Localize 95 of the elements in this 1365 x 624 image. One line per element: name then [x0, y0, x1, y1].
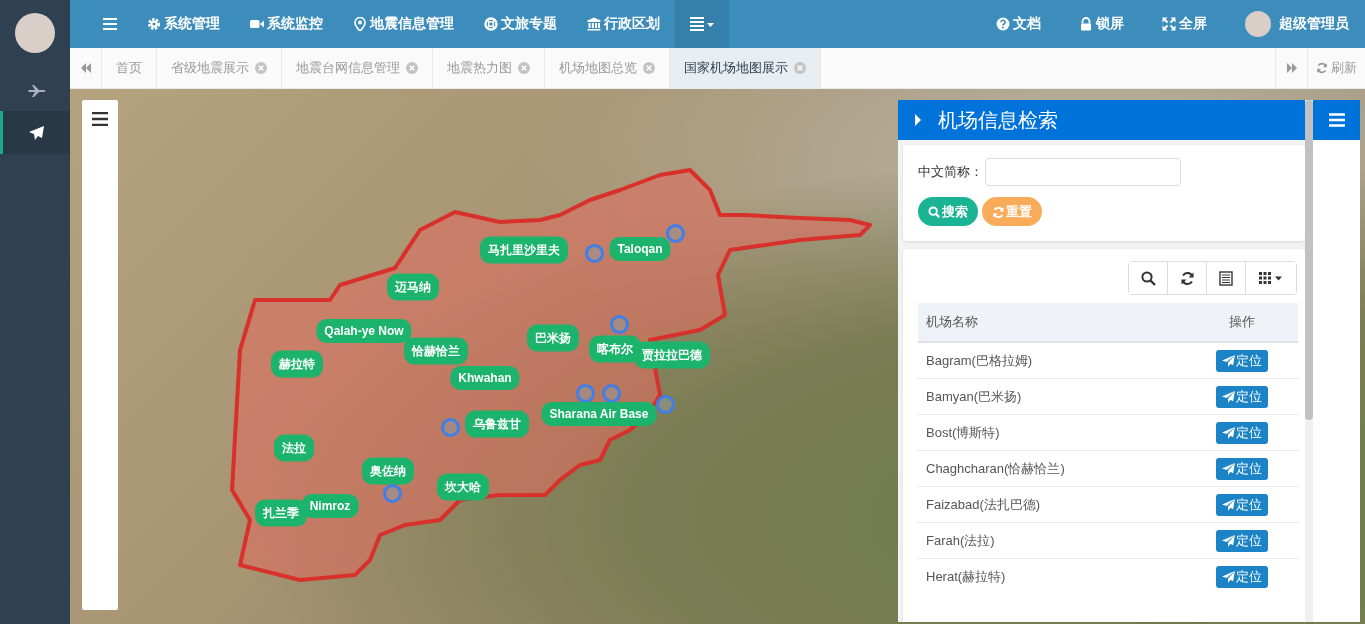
tab[interactable]: 地震热力图 — [433, 48, 545, 88]
airport-label[interactable]: 迈马纳 — [387, 273, 439, 301]
reset-button[interactable]: 重置 — [982, 197, 1042, 226]
expand-arrows-icon — [1162, 17, 1176, 31]
nav-tool-button[interactable]: 锁屏 — [1060, 0, 1143, 48]
nav-menu-item[interactable]: 系统管理 — [132, 0, 235, 48]
tab[interactable]: 国家机场地图展示 — [670, 48, 821, 88]
airport-label[interactable]: 乌鲁兹甘 — [465, 410, 529, 438]
airport-label[interactable]: 坎大哈 — [437, 473, 489, 501]
list-icon — [1219, 270, 1233, 286]
close-icon[interactable] — [518, 62, 530, 74]
menu-icon — [1328, 113, 1345, 127]
search-icon — [1140, 270, 1156, 286]
locate-button[interactable]: 定位 — [1216, 565, 1268, 588]
nav-tool-button[interactable]: 全屏 — [1143, 0, 1226, 48]
nav-menu-item[interactable]: 地震信息管理 — [338, 0, 469, 48]
close-icon[interactable] — [794, 62, 806, 74]
locate-button[interactable]: 定位 — [1216, 385, 1268, 408]
paper-plane-icon — [1222, 462, 1235, 475]
scrollbar[interactable] — [1305, 100, 1313, 622]
search-button[interactable]: 搜索 — [918, 197, 978, 226]
table-cell: Farah(法拉) — [918, 522, 1186, 559]
airport-marker-icon[interactable] — [441, 418, 460, 437]
airport-label[interactable]: Sharana Air Base — [541, 402, 657, 426]
table-cell: Bagram(巴格拉姆) — [918, 342, 1186, 379]
life-ring-icon — [484, 17, 498, 31]
paper-plane-icon — [1222, 390, 1235, 403]
column-header[interactable]: 机场名称 — [918, 303, 1186, 342]
tab[interactable]: 地震台网信息管理 — [282, 48, 433, 88]
list-caret-icon — [690, 17, 714, 31]
table-cell: Chaghcharan(恰赫恰兰) — [918, 450, 1186, 487]
more-menu-button[interactable] — [675, 0, 729, 48]
panel-menu-button[interactable] — [1313, 100, 1360, 140]
video-camera-icon — [250, 17, 264, 31]
nav-tool-button[interactable]: 文档 — [977, 0, 1060, 48]
search-icon — [928, 205, 940, 218]
airplane-icon — [27, 123, 46, 142]
grid-caret-icon — [1259, 271, 1283, 285]
airport-label[interactable]: 奥佐纳 — [362, 457, 414, 485]
airport-label[interactable]: 马扎里沙里夫 — [480, 236, 568, 264]
close-icon[interactable] — [406, 62, 418, 74]
sidebar-item[interactable] — [0, 111, 70, 154]
search-button[interactable] — [1129, 262, 1168, 294]
airport-label[interactable]: Qalah-ye Now — [316, 319, 412, 343]
airport-label[interactable]: Taloqan — [609, 237, 671, 261]
field-label: 中文简称： — [918, 163, 983, 181]
tab[interactable]: 首页 — [102, 48, 157, 88]
tab[interactable]: 省级地震展示 — [157, 48, 282, 88]
airport-marker-icon[interactable] — [585, 244, 604, 263]
double-right-arrow-icon — [1285, 62, 1298, 74]
nav-menu-item[interactable]: 系统监控 — [235, 0, 338, 48]
nav-menu-item[interactable]: 行政区划 — [572, 0, 675, 48]
caret-right-icon[interactable] — [914, 114, 922, 126]
double-left-arrow-icon — [79, 62, 92, 74]
airport-label[interactable]: 恰赫恰兰 — [404, 337, 468, 365]
airport-label[interactable]: 扎兰季 — [255, 499, 307, 527]
avatar — [1245, 11, 1271, 37]
paper-plane-icon — [1222, 498, 1235, 511]
locate-button[interactable]: 定位 — [1216, 349, 1268, 372]
locate-button[interactable]: 定位 — [1216, 529, 1268, 552]
menu-icon — [103, 18, 117, 30]
locate-button[interactable]: 定位 — [1216, 457, 1268, 480]
question-circle-icon — [996, 17, 1010, 31]
table-cell: Faizabad(法扎巴德) — [918, 486, 1186, 523]
nav-menu-item[interactable]: 文旅专题 — [469, 0, 572, 48]
column-header[interactable]: 操作 — [1186, 303, 1298, 342]
airport-label[interactable]: 巴米扬 — [527, 324, 579, 352]
refresh-icon — [992, 205, 1004, 218]
bank-building-icon — [587, 17, 601, 31]
locate-button[interactable]: 定位 — [1216, 493, 1268, 516]
user-menu-button[interactable]: 超级管理员 — [1226, 0, 1357, 48]
airport-label[interactable]: 法拉 — [274, 434, 314, 462]
lock-icon — [1079, 17, 1093, 31]
panel-title: 机场信息检索 — [938, 107, 1058, 133]
name-input-field[interactable] — [985, 158, 1181, 186]
close-icon[interactable] — [255, 62, 267, 74]
paper-plane-icon — [1222, 354, 1235, 367]
paper-plane-icon — [1222, 570, 1235, 583]
refresh-icon — [1179, 270, 1195, 286]
airport-label[interactable]: 贾拉拉巴德 — [634, 341, 710, 369]
avatar — [15, 13, 55, 53]
close-icon[interactable] — [643, 62, 655, 74]
airport-label[interactable]: Nimroz — [301, 494, 359, 518]
paper-plane-icon — [1222, 534, 1235, 547]
airport-label[interactable]: Khwahan — [450, 366, 520, 390]
paper-plane-icon — [1222, 426, 1235, 439]
gear-icon — [147, 17, 161, 31]
table-cell: Bost(博斯特) — [918, 414, 1186, 451]
map-pin-icon — [353, 17, 367, 31]
table-cell: Herat(赫拉特) — [918, 558, 1186, 594]
refresh-icon — [1316, 62, 1328, 74]
menu-icon[interactable] — [92, 112, 108, 126]
airport-label[interactable]: 赫拉特 — [271, 350, 323, 378]
table-cell: Bamyan(巴米扬) — [918, 378, 1186, 415]
locate-button[interactable]: 定位 — [1216, 421, 1268, 444]
